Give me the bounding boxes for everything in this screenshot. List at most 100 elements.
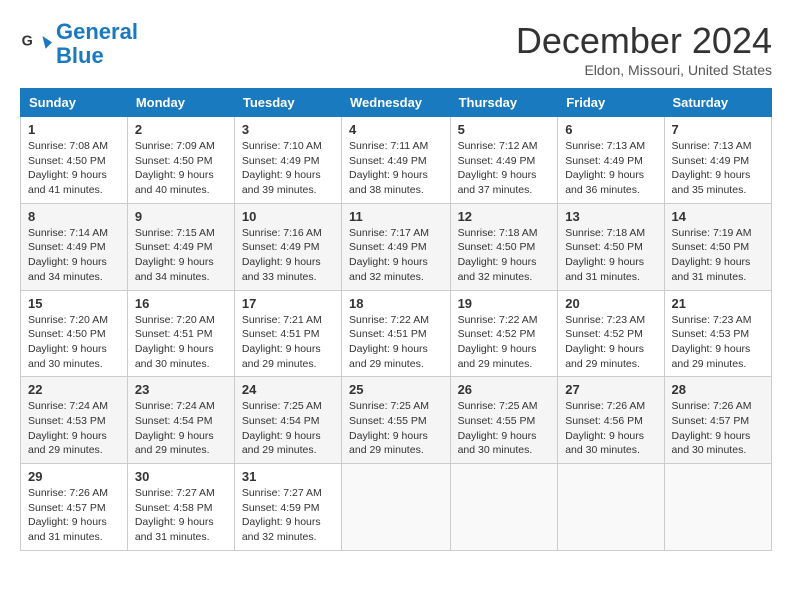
day-detail: Sunrise: 7:08 AM Sunset: 4:50 PM Dayligh… — [28, 139, 120, 198]
calendar-cell: 25Sunrise: 7:25 AM Sunset: 4:55 PM Dayli… — [342, 377, 451, 464]
calendar-cell: 10 Sunrise: 7:16 AM Sunset: 4:49 PM Dayli… — [234, 203, 341, 290]
calendar-cell: 2Sunrise: 7:09 AM Sunset: 4:50 PM Daylig… — [127, 117, 234, 204]
day-number: 31 — [242, 469, 334, 484]
calendar-cell: 23 Sunrise: 7:24 AM Sunset: 4:54 PM Dayli… — [127, 377, 234, 464]
day-number: 15 — [28, 296, 120, 311]
calendar-cell: 8 Sunrise: 7:14 AM Sunset: 4:49 PM Daylig… — [21, 203, 128, 290]
header-wednesday: Wednesday — [342, 89, 451, 117]
calendar-cell: 13 Sunrise: 7:18 AM Sunset: 4:50 PM Dayli… — [558, 203, 664, 290]
day-number: 22 — [28, 382, 120, 397]
day-number: 11 — [349, 209, 443, 224]
day-detail: Sunrise: 7:18 AM Sunset: 4:50 PM Dayligh… — [458, 226, 551, 285]
day-detail: Sunrise: 7:20 AM Sunset: 4:50 PM Dayligh… — [28, 313, 120, 372]
day-number: 6 — [565, 122, 656, 137]
calendar-cell: 9Sunrise: 7:15 AM Sunset: 4:49 PM Daylig… — [127, 203, 234, 290]
day-number: 5 — [458, 122, 551, 137]
day-number: 23 — [135, 382, 227, 397]
day-detail: Sunrise: 7:15 AM Sunset: 4:49 PM Dayligh… — [135, 226, 227, 285]
header-saturday: Saturday — [664, 89, 771, 117]
calendar-cell: 14 Sunrise: 7:19 AM Sunset: 4:50 PM Dayli… — [664, 203, 771, 290]
day-detail: Sunrise: 7:24 AM Sunset: 4:53 PM Dayligh… — [28, 399, 120, 458]
day-number: 1 — [28, 122, 120, 137]
day-detail: Sunrise: 7:19 AM Sunset: 4:50 PM Dayligh… — [672, 226, 764, 285]
day-number: 20 — [565, 296, 656, 311]
day-number: 30 — [135, 469, 227, 484]
calendar-cell: 11 Sunrise: 7:17 AM Sunset: 4:49 PM Dayli… — [342, 203, 451, 290]
calendar-title: December 2024 — [516, 20, 772, 62]
logo: G General Blue — [20, 20, 138, 68]
calendar-cell: 27Sunrise: 7:26 AM Sunset: 4:56 PM Dayli… — [558, 377, 664, 464]
day-detail: Sunrise: 7:25 AM Sunset: 4:54 PM Dayligh… — [242, 399, 334, 458]
day-detail: Sunrise: 7:10 AM Sunset: 4:49 PM Dayligh… — [242, 139, 334, 198]
calendar-week-row: 15 Sunrise: 7:20 AM Sunset: 4:50 PM Dayli… — [21, 290, 772, 377]
calendar-cell: 7Sunrise: 7:13 AM Sunset: 4:49 PM Daylig… — [664, 117, 771, 204]
svg-text:G: G — [22, 34, 33, 50]
calendar-cell: 19 Sunrise: 7:22 AM Sunset: 4:52 PM Dayli… — [450, 290, 558, 377]
day-number: 8 — [28, 209, 120, 224]
day-detail: Sunrise: 7:26 AM Sunset: 4:57 PM Dayligh… — [28, 486, 120, 545]
day-number: 10 — [242, 209, 334, 224]
day-detail: Sunrise: 7:27 AM Sunset: 4:58 PM Dayligh… — [135, 486, 227, 545]
header-monday: Monday — [127, 89, 234, 117]
calendar-cell: 28 Sunrise: 7:26 AM Sunset: 4:57 PM Dayli… — [664, 377, 771, 464]
calendar-cell: 29Sunrise: 7:26 AM Sunset: 4:57 PM Dayli… — [21, 464, 128, 551]
logo-blue: Blue — [56, 43, 104, 68]
calendar-cell: 31 Sunrise: 7:27 AM Sunset: 4:59 PM Dayli… — [234, 464, 341, 551]
calendar-cell — [558, 464, 664, 551]
calendar-cell: 1 Sunrise: 7:08 AM Sunset: 4:50 PM Daylig… — [21, 117, 128, 204]
day-detail: Sunrise: 7:24 AM Sunset: 4:54 PM Dayligh… — [135, 399, 227, 458]
day-number: 4 — [349, 122, 443, 137]
calendar-cell — [664, 464, 771, 551]
day-detail: Sunrise: 7:26 AM Sunset: 4:57 PM Dayligh… — [672, 399, 764, 458]
day-detail: Sunrise: 7:25 AM Sunset: 4:55 PM Dayligh… — [458, 399, 551, 458]
logo-text: General Blue — [56, 20, 138, 68]
day-detail: Sunrise: 7:14 AM Sunset: 4:49 PM Dayligh… — [28, 226, 120, 285]
calendar-header-row: SundayMondayTuesdayWednesdayThursdayFrid… — [21, 89, 772, 117]
calendar-cell: 24 Sunrise: 7:25 AM Sunset: 4:54 PM Dayli… — [234, 377, 341, 464]
day-number: 2 — [135, 122, 227, 137]
calendar-cell: 15 Sunrise: 7:20 AM Sunset: 4:50 PM Dayli… — [21, 290, 128, 377]
calendar-cell: 6 Sunrise: 7:13 AM Sunset: 4:49 PM Daylig… — [558, 117, 664, 204]
calendar-week-row: 22 Sunrise: 7:24 AM Sunset: 4:53 PM Dayli… — [21, 377, 772, 464]
calendar-cell — [342, 464, 451, 551]
day-detail: Sunrise: 7:25 AM Sunset: 4:55 PM Dayligh… — [349, 399, 443, 458]
calendar-cell — [450, 464, 558, 551]
day-detail: Sunrise: 7:20 AM Sunset: 4:51 PM Dayligh… — [135, 313, 227, 372]
calendar-cell: 12 Sunrise: 7:18 AM Sunset: 4:50 PM Dayli… — [450, 203, 558, 290]
logo-icon: G — [20, 28, 52, 60]
day-detail: Sunrise: 7:22 AM Sunset: 4:51 PM Dayligh… — [349, 313, 443, 372]
day-detail: Sunrise: 7:17 AM Sunset: 4:49 PM Dayligh… — [349, 226, 443, 285]
calendar-cell: 26 Sunrise: 7:25 AM Sunset: 4:55 PM Dayli… — [450, 377, 558, 464]
calendar-cell: 30 Sunrise: 7:27 AM Sunset: 4:58 PM Dayli… — [127, 464, 234, 551]
header-tuesday: Tuesday — [234, 89, 341, 117]
day-number: 13 — [565, 209, 656, 224]
day-number: 12 — [458, 209, 551, 224]
day-detail: Sunrise: 7:16 AM Sunset: 4:49 PM Dayligh… — [242, 226, 334, 285]
day-detail: Sunrise: 7:23 AM Sunset: 4:52 PM Dayligh… — [565, 313, 656, 372]
day-detail: Sunrise: 7:13 AM Sunset: 4:49 PM Dayligh… — [672, 139, 764, 198]
calendar-cell: 21Sunrise: 7:23 AM Sunset: 4:53 PM Dayli… — [664, 290, 771, 377]
calendar-subtitle: Eldon, Missouri, United States — [516, 62, 772, 78]
day-detail: Sunrise: 7:22 AM Sunset: 4:52 PM Dayligh… — [458, 313, 551, 372]
title-block: December 2024 Eldon, Missouri, United St… — [516, 20, 772, 78]
calendar-cell: 3 Sunrise: 7:10 AM Sunset: 4:49 PM Daylig… — [234, 117, 341, 204]
header-friday: Friday — [558, 89, 664, 117]
day-number: 17 — [242, 296, 334, 311]
day-number: 14 — [672, 209, 764, 224]
day-detail: Sunrise: 7:18 AM Sunset: 4:50 PM Dayligh… — [565, 226, 656, 285]
day-detail: Sunrise: 7:26 AM Sunset: 4:56 PM Dayligh… — [565, 399, 656, 458]
day-number: 19 — [458, 296, 551, 311]
day-number: 26 — [458, 382, 551, 397]
day-number: 3 — [242, 122, 334, 137]
calendar-cell: 5Sunrise: 7:12 AM Sunset: 4:49 PM Daylig… — [450, 117, 558, 204]
day-detail: Sunrise: 7:13 AM Sunset: 4:49 PM Dayligh… — [565, 139, 656, 198]
day-number: 16 — [135, 296, 227, 311]
day-detail: Sunrise: 7:27 AM Sunset: 4:59 PM Dayligh… — [242, 486, 334, 545]
day-detail: Sunrise: 7:11 AM Sunset: 4:49 PM Dayligh… — [349, 139, 443, 198]
day-detail: Sunrise: 7:23 AM Sunset: 4:53 PM Dayligh… — [672, 313, 764, 372]
calendar-cell: 18Sunrise: 7:22 AM Sunset: 4:51 PM Dayli… — [342, 290, 451, 377]
day-number: 28 — [672, 382, 764, 397]
day-number: 24 — [242, 382, 334, 397]
calendar-cell: 17Sunrise: 7:21 AM Sunset: 4:51 PM Dayli… — [234, 290, 341, 377]
calendar-cell: 4 Sunrise: 7:11 AM Sunset: 4:49 PM Daylig… — [342, 117, 451, 204]
